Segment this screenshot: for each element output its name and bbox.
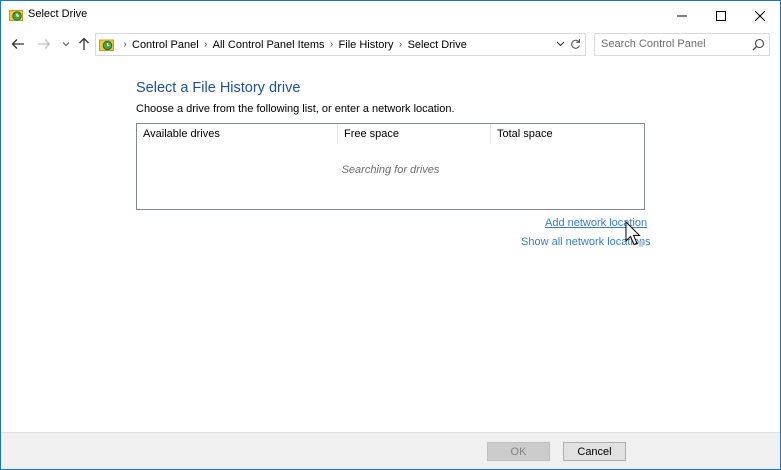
title-bar[interactable]: Select Drive bbox=[1, 1, 780, 30]
maximize-icon bbox=[715, 10, 726, 21]
mouse-cursor-icon bbox=[625, 220, 645, 249]
minimize-icon bbox=[676, 15, 687, 16]
dialog-footer: OK Cancel bbox=[1, 432, 780, 469]
search-input[interactable] bbox=[601, 34, 741, 55]
breadcrumb-all-items[interactable]: All Control Panel Items bbox=[213, 39, 325, 51]
forward-button[interactable] bbox=[35, 34, 53, 54]
breadcrumb-control-panel[interactable]: Control Panel bbox=[132, 39, 199, 51]
searching-status: Searching for drives bbox=[341, 164, 440, 176]
column-header-available-drives[interactable]: Available drives bbox=[137, 124, 338, 144]
arrow-left-icon bbox=[11, 39, 24, 49]
search-icon[interactable] bbox=[752, 38, 765, 51]
search-box[interactable] bbox=[594, 33, 770, 56]
chevron-down-icon bbox=[62, 42, 70, 47]
window-title: Select Drive bbox=[28, 8, 88, 20]
up-button[interactable] bbox=[75, 34, 93, 54]
close-icon bbox=[754, 10, 765, 21]
control-panel-icon bbox=[99, 37, 114, 52]
chevron-down-icon bbox=[556, 41, 564, 47]
column-header-free-space[interactable]: Free space bbox=[338, 124, 491, 144]
refresh-button[interactable] bbox=[568, 36, 582, 52]
breadcrumb-separator-icon[interactable]: › bbox=[118, 39, 132, 50]
page-title: Select a File History drive bbox=[136, 80, 301, 96]
navigation-bar: › Control Panel › All Control Panel Item… bbox=[1, 30, 780, 58]
column-header-total-space[interactable]: Total space bbox=[491, 124, 644, 144]
arrow-right-icon bbox=[38, 39, 51, 49]
back-button[interactable] bbox=[9, 34, 27, 54]
close-button[interactable] bbox=[737, 1, 780, 30]
cancel-button[interactable]: Cancel bbox=[563, 442, 626, 461]
address-bar[interactable]: › Control Panel › All Control Panel Item… bbox=[95, 33, 586, 56]
drive-list[interactable]: Available drives Free space Total space … bbox=[136, 123, 645, 210]
address-dropdown-button[interactable] bbox=[554, 36, 566, 52]
breadcrumb-separator-icon[interactable]: › bbox=[394, 39, 408, 50]
breadcrumb-separator-icon[interactable]: › bbox=[325, 39, 339, 50]
breadcrumb-file-history[interactable]: File History bbox=[339, 39, 394, 51]
file-history-icon bbox=[9, 8, 23, 22]
breadcrumb: › Control Panel › All Control Panel Item… bbox=[118, 34, 467, 55]
breadcrumb-separator-icon[interactable]: › bbox=[199, 39, 213, 50]
recent-locations-button[interactable] bbox=[59, 34, 73, 54]
ok-button[interactable]: OK bbox=[487, 442, 550, 461]
select-drive-window: Select Drive › Control Panel › All Contr… bbox=[0, 0, 781, 470]
main-content: Select a File History drive Choose a dri… bbox=[1, 63, 780, 432]
breadcrumb-select-drive[interactable]: Select Drive bbox=[408, 39, 467, 51]
arrow-up-icon bbox=[79, 37, 89, 50]
refresh-icon bbox=[570, 39, 580, 49]
instruction-text: Choose a drive from the following list, … bbox=[136, 103, 455, 115]
